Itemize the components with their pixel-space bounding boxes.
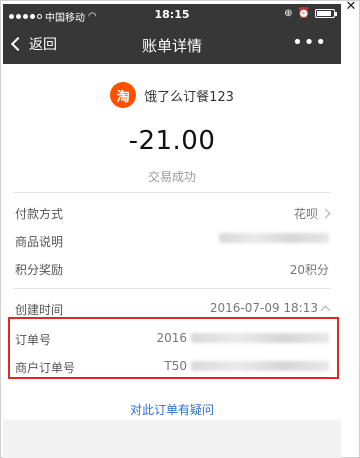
product-desc-row: 商品说明 — [15, 230, 329, 252]
merchant-header: 淘 饿了么订餐123 — [3, 82, 341, 108]
created-time-text: 2016-07-09 18:13 — [209, 301, 318, 315]
transaction-amount: -21.00 — [128, 126, 216, 156]
status-right: ⊕ ⏰ — [284, 8, 337, 19]
divider — [13, 192, 331, 193]
divider — [13, 288, 331, 289]
alarm-icon: ⏰ — [297, 8, 310, 19]
created-time-label: 创建时间 — [15, 303, 64, 317]
payment-method-value: 花呗 — [293, 205, 331, 222]
highlight-box — [8, 317, 339, 379]
more-options-button[interactable]: ••• — [292, 32, 327, 53]
points-reward-row: 积分奖励 20积分 — [15, 258, 329, 280]
bill-detail-content: 淘 饿了么订餐123 -21.00 交易成功 付款方式 花呗 商品说明 积分奖励… — [3, 64, 341, 458]
points-label: 积分奖励 — [15, 263, 64, 277]
close-icon[interactable]: ✕ — [344, 0, 358, 14]
chevron-up-icon — [320, 305, 331, 315]
status-bar: 中国移动 ◠ 18:15 ⊕ ⏰ — [3, 4, 341, 26]
page-title: 账单详情 — [141, 37, 202, 55]
product-desc-value — [219, 233, 329, 243]
taobao-logo-icon: 淘 — [110, 82, 137, 108]
payment-method-text: 花呗 — [293, 207, 318, 221]
points-value: 20积分 — [289, 263, 329, 277]
product-desc-label: 商品说明 — [15, 235, 64, 249]
nav-bar: 返回 账单详情 ••• — [3, 26, 341, 64]
payment-method-label: 付款方式 — [15, 207, 64, 221]
battery-icon — [315, 9, 337, 18]
order-question-link[interactable]: 对此订单有疑问 — [3, 401, 341, 418]
transaction-status: 交易成功 — [147, 170, 196, 184]
lock-rotation-icon: ⊕ — [284, 8, 293, 19]
payment-method-row[interactable]: 付款方式 花呗 — [15, 202, 331, 224]
merchant-name: 饿了么订餐123 — [144, 89, 234, 105]
redacted-text — [219, 233, 329, 243]
bottom-spacer — [3, 420, 341, 458]
chevron-right-icon — [320, 208, 331, 219]
created-time-value: 2016-07-09 18:13 — [209, 301, 331, 315]
